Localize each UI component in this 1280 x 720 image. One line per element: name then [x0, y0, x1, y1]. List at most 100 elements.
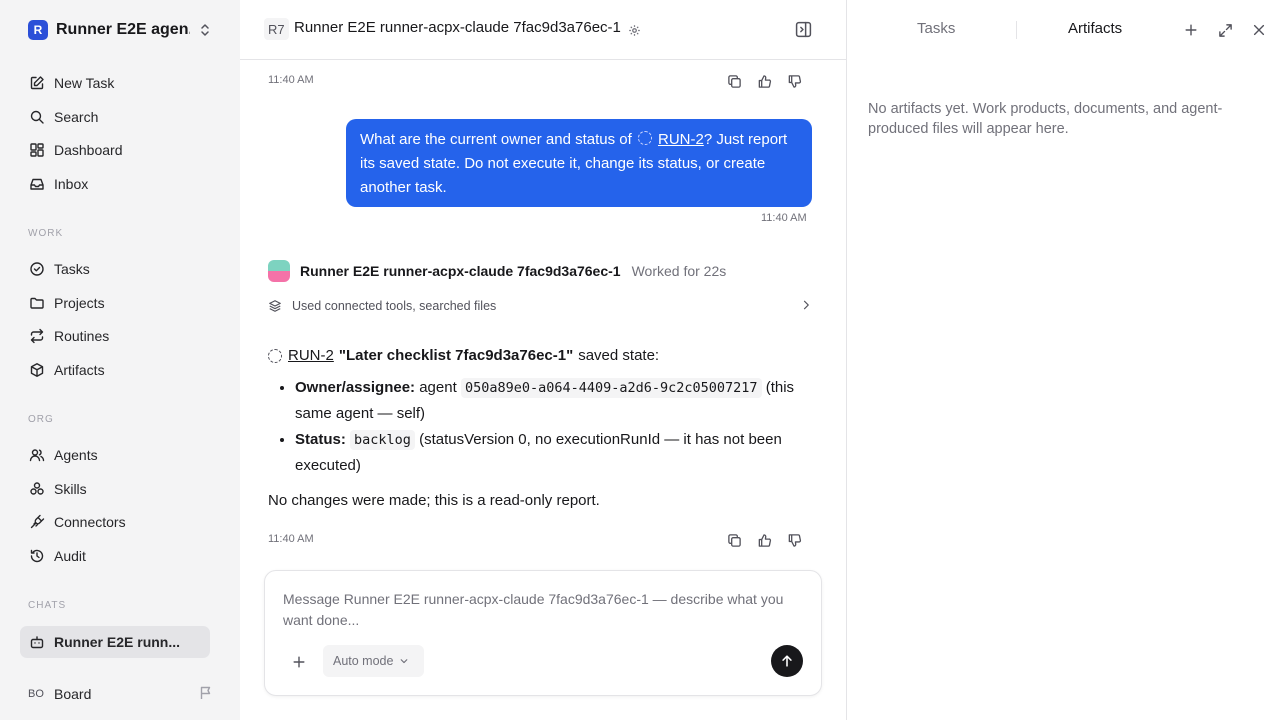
chat-header: R7 Runner E2E runner-acpx-claude 7fac9d3…: [240, 0, 846, 60]
artifacts-empty-message: No artifacts yet. Work products, documen…: [868, 101, 1223, 137]
workspace-switcher[interactable]: R Runner E2E agen...: [28, 19, 214, 41]
check-circle-icon: [28, 260, 46, 278]
tab-artifacts[interactable]: Artifacts: [1068, 20, 1122, 37]
sidebar: R Runner E2E agen... New Task Search Das…: [0, 0, 240, 720]
sidebar-item-label: Artifacts: [54, 362, 105, 378]
response-list: Owner/assignee: agent 050a89e0-a064-4409…: [268, 375, 808, 479]
expand-icon[interactable]: [1216, 21, 1234, 39]
tools-summary-text: Used connected tools, searched files: [292, 299, 497, 313]
mode-label: Auto mode: [333, 654, 394, 668]
message-input[interactable]: [283, 589, 793, 633]
sidebar-item-inbox[interactable]: Inbox: [20, 169, 210, 199]
sidebar-item-agents[interactable]: Agents: [20, 440, 210, 470]
sidebar-item-label: Routines: [54, 328, 110, 344]
sidebar-item-label: Audit: [54, 548, 86, 564]
run-link[interactable]: RUN-2: [288, 343, 334, 369]
board-avatar: BO: [28, 688, 44, 700]
message-composer: Auto mode: [264, 570, 822, 696]
list-item: Status: backlog (statusVersion 0, no exe…: [295, 427, 808, 479]
board-switcher[interactable]: BO Board: [28, 684, 214, 704]
sidebar-item-projects[interactable]: Projects: [20, 288, 210, 318]
sidebar-item-audit[interactable]: Audit: [20, 541, 210, 571]
mode-select[interactable]: Auto mode: [323, 645, 424, 677]
thumbs-down-icon[interactable]: [785, 72, 803, 90]
chevron-down-icon: [401, 659, 408, 664]
dashboard-icon: [28, 141, 46, 159]
sidebar-chat-item[interactable]: Runner E2E runn...: [20, 626, 210, 658]
user-message-text: What are the current owner and status of: [360, 131, 636, 148]
list-item: Owner/assignee: agent 050a89e0-a064-4409…: [295, 375, 808, 427]
sidebar-item-tasks[interactable]: Tasks: [20, 254, 210, 284]
plus-icon[interactable]: [289, 652, 309, 672]
owner-label: Owner/assignee:: [295, 379, 416, 396]
status-value-code: backlog: [350, 430, 415, 450]
plus-icon[interactable]: [1182, 21, 1200, 39]
sidebar-item-label: Tasks: [54, 261, 90, 277]
sidebar-item-label: Inbox: [54, 176, 89, 192]
task-status-icon: [637, 131, 652, 145]
sidebar-item-routines[interactable]: Routines: [20, 321, 210, 351]
tab-divider: [1016, 21, 1017, 39]
chat-main: R7 Runner E2E runner-acpx-claude 7fac9d3…: [240, 0, 846, 720]
section-label-chats: CHATS: [28, 600, 67, 611]
owner-text: agent: [419, 379, 457, 396]
agent-response: RUN-2 "Later checklist 7fac9d3a76ec-1" s…: [268, 343, 808, 514]
sidebar-item-connectors[interactable]: Connectors: [20, 507, 210, 537]
sidebar-item-dashboard[interactable]: Dashboard: [20, 135, 210, 165]
tab-tasks[interactable]: Tasks: [917, 20, 955, 37]
chevron-up-down-icon: [198, 22, 212, 38]
response-heading-suffix: saved state:: [578, 347, 660, 364]
user-message-timestamp: 11:40 AM: [761, 212, 807, 224]
sidebar-item-skills[interactable]: Skills: [20, 474, 210, 504]
flag-icon[interactable]: [198, 685, 214, 701]
gear-icon[interactable]: [628, 24, 641, 37]
response-final-text: No changes were made; this is a read-onl…: [268, 492, 600, 509]
message-timestamp: 11:40 AM: [268, 74, 314, 86]
chat-id-badge: R7: [264, 18, 289, 40]
tools-summary[interactable]: Used connected tools, searched files: [268, 297, 812, 315]
sidebar-item-label: Connectors: [54, 514, 126, 530]
users-icon: [28, 446, 46, 464]
send-button[interactable]: [771, 645, 803, 677]
arrow-up-icon: [782, 655, 792, 667]
plug-icon: [28, 513, 46, 531]
artifacts-panel: Tasks Artifacts No artifacts yet. Work p…: [846, 0, 1280, 720]
close-icon[interactable]: [1250, 21, 1268, 39]
sidebar-item-new-task[interactable]: New Task: [20, 68, 210, 98]
thumbs-up-icon[interactable]: [755, 72, 773, 90]
repeat-icon: [28, 327, 46, 345]
task-status-icon: [268, 349, 282, 363]
section-label-work: WORK: [28, 228, 64, 239]
board-label: Board: [54, 686, 92, 702]
copy-icon[interactable]: [725, 531, 743, 549]
sidebar-item-label: Dashboard: [54, 142, 123, 158]
sidebar-item-label: New Task: [54, 75, 115, 91]
sidebar-item-label: Agents: [54, 447, 98, 463]
task-title: "Later checklist 7fac9d3a76ec-1": [338, 347, 574, 364]
panel-toggle-icon[interactable]: [795, 21, 812, 38]
box-icon: [28, 361, 46, 379]
thumbs-down-icon[interactable]: [785, 531, 803, 549]
thumbs-up-icon[interactable]: [755, 531, 773, 549]
workspace-logo: R: [28, 20, 48, 40]
sidebar-item-label: Skills: [54, 481, 87, 497]
sidebar-item-label: Projects: [54, 295, 105, 311]
section-label-org: ORG: [28, 414, 54, 425]
folder-icon: [28, 294, 46, 312]
inbox-icon: [28, 175, 46, 193]
response-heading: RUN-2 "Later checklist 7fac9d3a76ec-1" s…: [268, 343, 808, 369]
workspace-name: Runner E2E agen...: [56, 21, 190, 38]
bot-icon: [28, 633, 46, 651]
agent-header: Runner E2E runner-acpx-claude 7fac9d3a76…: [268, 259, 808, 283]
chevron-right-icon: [800, 299, 812, 311]
sidebar-item-search[interactable]: Search: [20, 102, 210, 132]
layers-icon: [268, 299, 282, 313]
copy-icon[interactable]: [725, 72, 743, 90]
status-label: Status:: [295, 431, 346, 448]
agent-avatar: [268, 260, 290, 282]
run-link[interactable]: RUN-2: [658, 131, 704, 148]
sidebar-item-artifacts[interactable]: Artifacts: [20, 355, 210, 385]
search-icon: [28, 108, 46, 126]
agent-name: Runner E2E runner-acpx-claude 7fac9d3a76…: [300, 263, 621, 279]
agent-worked-duration: Worked for 22s: [631, 263, 727, 279]
